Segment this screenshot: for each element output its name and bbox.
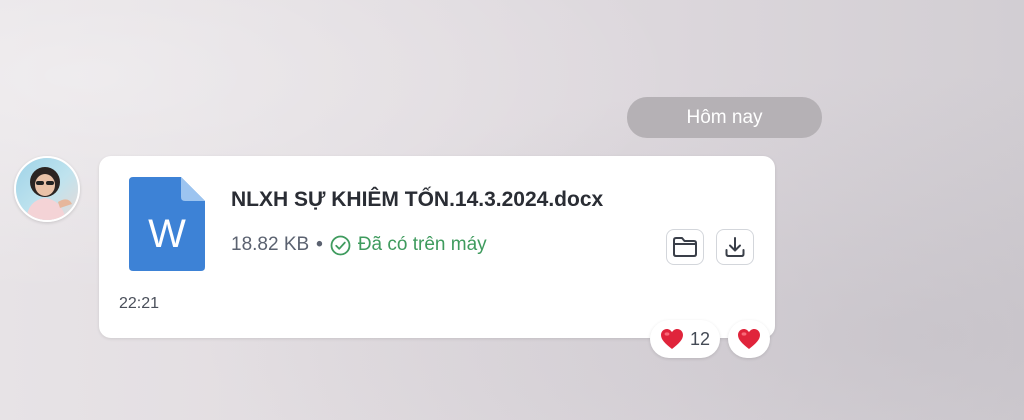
folder-icon bbox=[673, 237, 697, 257]
file-meta: 18.82 KB • Đã có trên máy bbox=[231, 234, 487, 256]
meta-separator: • bbox=[316, 234, 323, 255]
file-size: 18.82 KB bbox=[231, 234, 310, 255]
message-time: 22:21 bbox=[119, 295, 160, 312]
svg-text:W: W bbox=[148, 212, 186, 256]
sender-avatar[interactable] bbox=[14, 156, 80, 222]
file-name[interactable]: NLXH SỰ KHIÊM TỐN.14.3.2024.docx bbox=[231, 188, 603, 212]
quick-react-button[interactable] bbox=[728, 320, 770, 358]
download-status: Đã có trên máy bbox=[357, 234, 487, 255]
heart-icon bbox=[738, 329, 760, 349]
heart-icon bbox=[660, 329, 683, 349]
avatar-photo bbox=[16, 158, 78, 220]
reaction-summary[interactable]: 12 bbox=[650, 320, 720, 358]
date-separator: Hôm nay bbox=[627, 97, 822, 138]
check-circle-icon bbox=[330, 235, 351, 256]
word-document-icon[interactable]: W bbox=[129, 177, 205, 271]
file-message-bubble[interactable]: W NLXH SỰ KHIÊM TỐN.14.3.2024.docx 18.82… bbox=[99, 156, 775, 338]
open-folder-button[interactable] bbox=[666, 229, 704, 265]
download-icon bbox=[725, 237, 745, 257]
reaction-count: 12 bbox=[689, 328, 711, 349]
download-button[interactable] bbox=[716, 229, 754, 265]
